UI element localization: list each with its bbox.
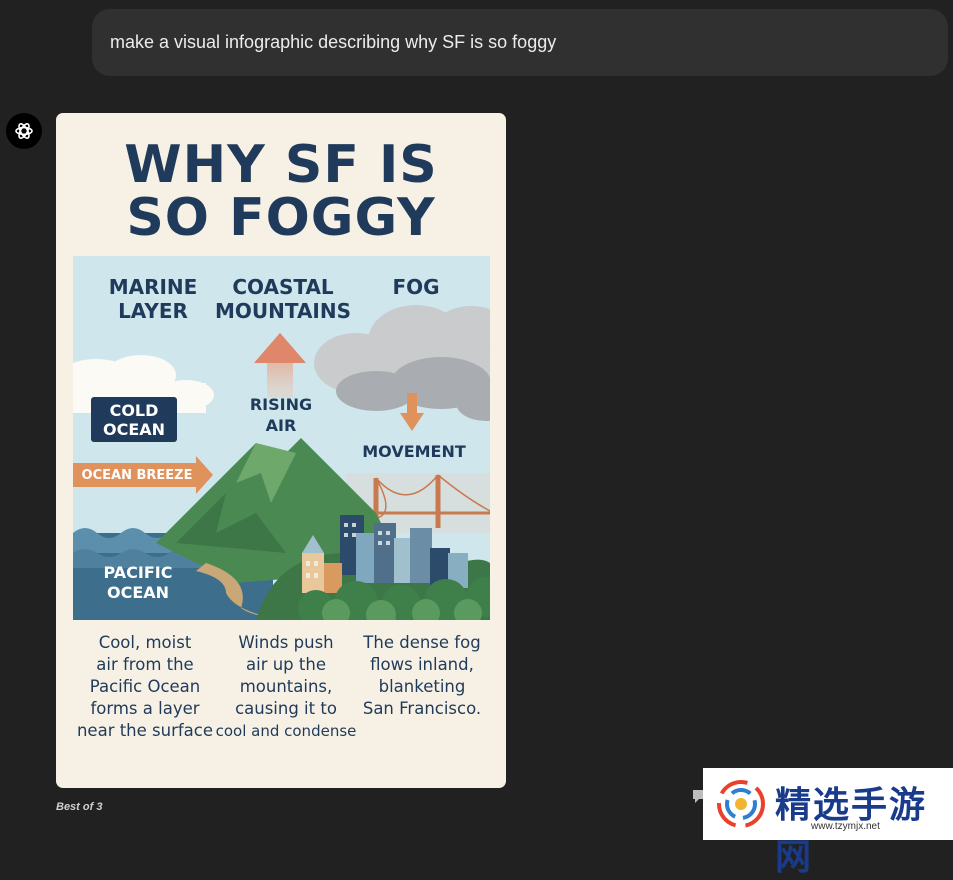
chatgpt-logo-icon [6, 113, 42, 149]
movement-label: MOVEMENT [362, 442, 466, 461]
rising-line-2: AIR [265, 416, 297, 435]
marine-line-2: LAYER [118, 299, 188, 323]
cold-line-1: COLD [109, 401, 159, 420]
rising-air-label: RISING AIR [236, 394, 326, 436]
desc-3-line: San Francisco. [362, 699, 482, 718]
coastal-line-1: COASTAL [232, 275, 334, 299]
best-of-label: Best of 3 [56, 801, 103, 813]
marine-layer-description: Cool, moist air from the Pacific Ocean f… [76, 632, 214, 742]
desc-2-line: cool and condense [215, 722, 357, 740]
user-message-bubble: make a visual infographic describing why… [92, 9, 948, 76]
desc-3-line: The dense fog [363, 633, 481, 652]
coastal-line-2: MOUNTAINS [214, 299, 352, 323]
desc-1-line: Pacific Ocean [89, 677, 201, 696]
pacific-line-1: PACIFIC [103, 563, 173, 582]
desc-2-line: causing it to [235, 699, 337, 718]
desc-3-line: blanketing [378, 677, 466, 696]
fog-header: FOG [392, 275, 440, 299]
desc-2-line: air up the [246, 655, 326, 674]
cold-ocean-label: COLD OCEAN [91, 401, 177, 439]
user-message-text: make a visual infographic describing why… [110, 32, 557, 52]
marine-layer-header: MARINE LAYER [96, 275, 210, 323]
desc-1-line: Cool, moist [98, 633, 192, 652]
desc-1-line: air from the [96, 655, 194, 674]
desc-2-line: Winds push [238, 633, 334, 652]
rising-line-1: RISING [249, 395, 313, 414]
coastal-mountains-description: Winds push air up the mountains, causing… [214, 632, 358, 742]
desc-1-line: near the surface [76, 721, 214, 740]
pacific-line-2: OCEAN [106, 583, 170, 602]
fog-infographic: WHY SF IS SO FOGGY MARINE LAYER COASTAL … [56, 113, 506, 788]
watermark-logo-icon [717, 780, 765, 828]
desc-3-line: flows inland, [370, 655, 474, 674]
cold-line-2: OCEAN [102, 420, 166, 439]
watermark: 精选手游网 www.tzymjx.net [703, 768, 953, 877]
marine-line-1: MARINE [108, 275, 198, 299]
desc-1-line: forms a layer [90, 699, 200, 718]
desc-2-line: mountains, [239, 677, 333, 696]
fog-description: The dense fog flows inland, blanketing S… [358, 632, 486, 720]
coastal-mountains-header: COASTAL MOUNTAINS [208, 275, 358, 323]
watermark-url: www.tzymjx.net [811, 821, 880, 832]
pacific-ocean-label: PACIFIC OCEAN [88, 563, 188, 603]
ocean-breeze-label: OCEAN BREEZE [81, 468, 193, 483]
